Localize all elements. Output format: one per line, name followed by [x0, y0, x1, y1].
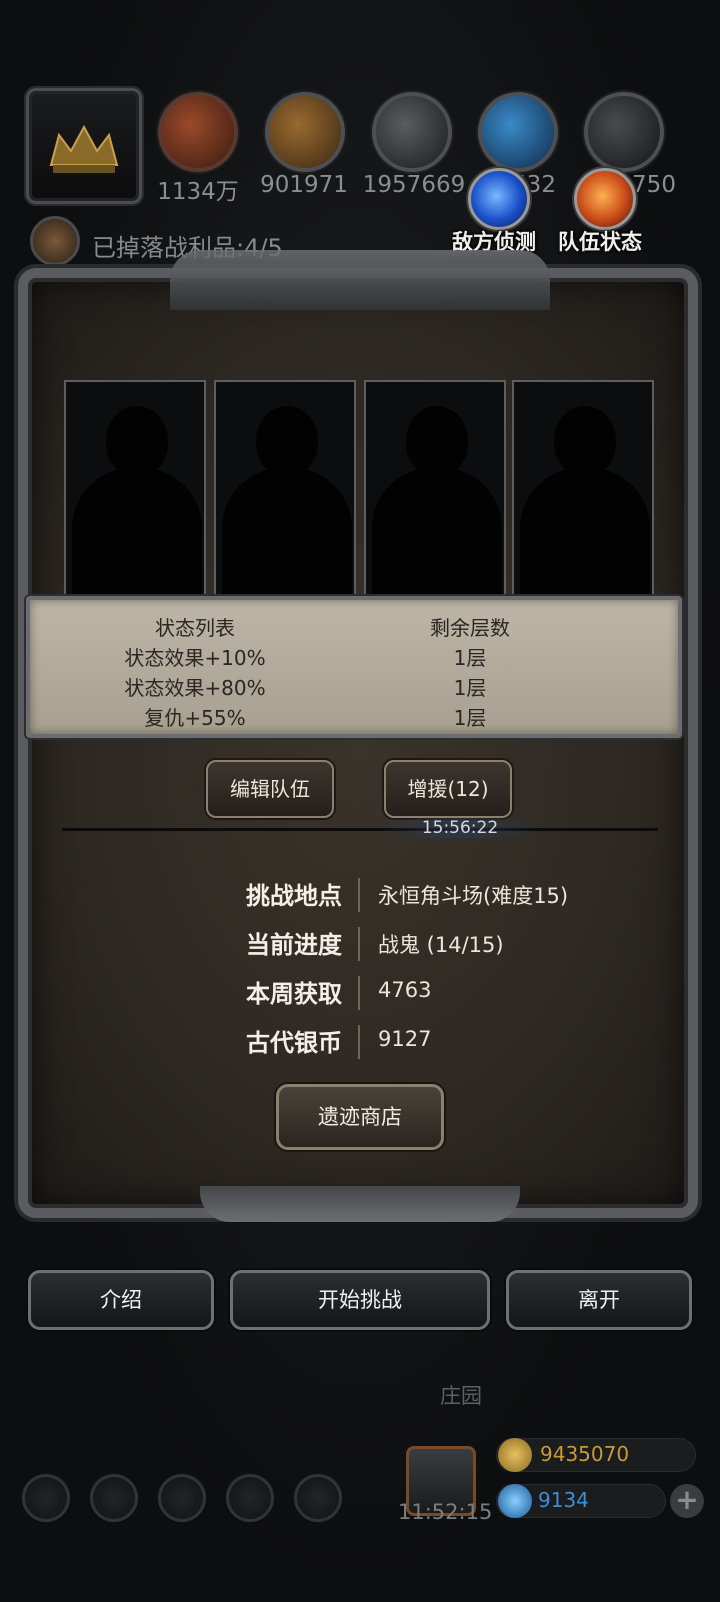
info-row-progress: 当前进度 战鬼 (14/15): [0, 925, 720, 965]
info-key: 挑战地点: [246, 882, 342, 910]
silhouette-body: [222, 468, 352, 602]
team-status-label[interactable]: 队伍状态: [558, 226, 642, 256]
status-header-row: 状态列表 剩余层数: [30, 612, 686, 642]
settings-icon: [22, 1474, 70, 1522]
status-header-layers: 剩余层数: [430, 616, 510, 640]
silhouette-head: [256, 406, 318, 476]
info-value: 战鬼 (14/15): [378, 933, 504, 957]
status-row: 状态效果+80% 1层: [30, 672, 686, 702]
frame-ornament-bottom: [200, 1186, 520, 1222]
status-layers: 1层: [453, 646, 487, 670]
status-layers: 1层: [453, 706, 487, 730]
silhouette-head: [406, 406, 468, 476]
hero-slot[interactable]: [214, 380, 356, 602]
info-key: 当前进度: [246, 931, 342, 959]
building-icon: [158, 1474, 206, 1522]
team-status-icon[interactable]: [574, 168, 636, 230]
status-layers: 1层: [453, 676, 487, 700]
status-name: 状态效果+10%: [124, 646, 266, 670]
intro-button[interactable]: 介绍: [28, 1270, 214, 1330]
gift-timer: 11:52:15: [398, 1500, 493, 1524]
crown-glyph: [49, 124, 119, 173]
info-separator: [358, 927, 360, 961]
frame-ornament-top: [170, 250, 550, 310]
iron-icon[interactable]: [372, 92, 452, 172]
crystal-icon[interactable]: [478, 92, 558, 172]
info-row-silver: 古代银币 9127: [0, 1023, 720, 1063]
status-row: 状态效果+10% 1层: [30, 642, 686, 672]
status-name: 复仇+55%: [144, 706, 246, 730]
silhouette-head: [554, 406, 616, 476]
silhouette-body: [372, 468, 502, 602]
info-separator: [358, 1025, 360, 1059]
enemy-scout-icon[interactable]: [468, 168, 530, 230]
hero-slot[interactable]: [364, 380, 506, 602]
info-value: 永恒角斗场(难度15): [378, 884, 569, 908]
reinforce-button[interactable]: 增援(12): [384, 760, 512, 818]
info-key: 古代银币: [246, 1029, 342, 1057]
manor-label: 庄园: [440, 1384, 482, 1408]
info-row-location: 挑战地点 永恒角斗场(难度15): [0, 876, 720, 916]
info-key: 本周获取: [246, 980, 342, 1008]
scroll-icon: [30, 216, 80, 266]
silhouette-body: [72, 468, 202, 602]
status-header-name: 状态列表: [155, 616, 235, 640]
info-value: 9127: [378, 1027, 432, 1051]
status-row: 复仇+55% 1层: [30, 702, 686, 732]
relic-shop-button[interactable]: 遗迹商店: [276, 1084, 444, 1150]
start-challenge-button[interactable]: 开始挑战: [230, 1270, 490, 1330]
silhouette-body: [520, 468, 650, 602]
info-value: 4763: [378, 978, 432, 1002]
wood-value: 901971: [260, 172, 348, 198]
hero-slot[interactable]: [64, 380, 206, 602]
gold-icon: [498, 1438, 532, 1472]
edit-team-button[interactable]: 编辑队伍: [206, 760, 334, 818]
shield-icon: [90, 1474, 138, 1522]
leave-button[interactable]: 离开: [506, 1270, 692, 1330]
meat-icon[interactable]: [158, 92, 238, 172]
stone-icon[interactable]: [584, 92, 664, 172]
info-row-weekly: 本周获取 4763: [0, 974, 720, 1014]
status-name: 状态效果+80%: [124, 676, 266, 700]
status-table: 状态列表 剩余层数 状态效果+10% 1层 状态效果+80% 1层 复仇+55%…: [26, 596, 682, 738]
info-separator: [358, 878, 360, 912]
mail-icon: [226, 1474, 274, 1522]
map-icon: [294, 1474, 342, 1522]
hero-slot[interactable]: [512, 380, 654, 602]
divider: [62, 828, 658, 831]
crown-icon[interactable]: [26, 88, 142, 204]
iron-value: 1957669: [362, 172, 466, 198]
add-icon: +: [670, 1484, 704, 1518]
reinforce-timer: 15:56:22: [380, 818, 540, 838]
gem-icon: [498, 1484, 532, 1518]
gem-value: 9134: [538, 1488, 589, 1512]
info-separator: [358, 976, 360, 1010]
wood-icon[interactable]: [265, 92, 345, 172]
food-value: 1134万: [157, 179, 239, 205]
gold-value: 9435070: [540, 1442, 630, 1466]
silhouette-head: [106, 406, 168, 476]
